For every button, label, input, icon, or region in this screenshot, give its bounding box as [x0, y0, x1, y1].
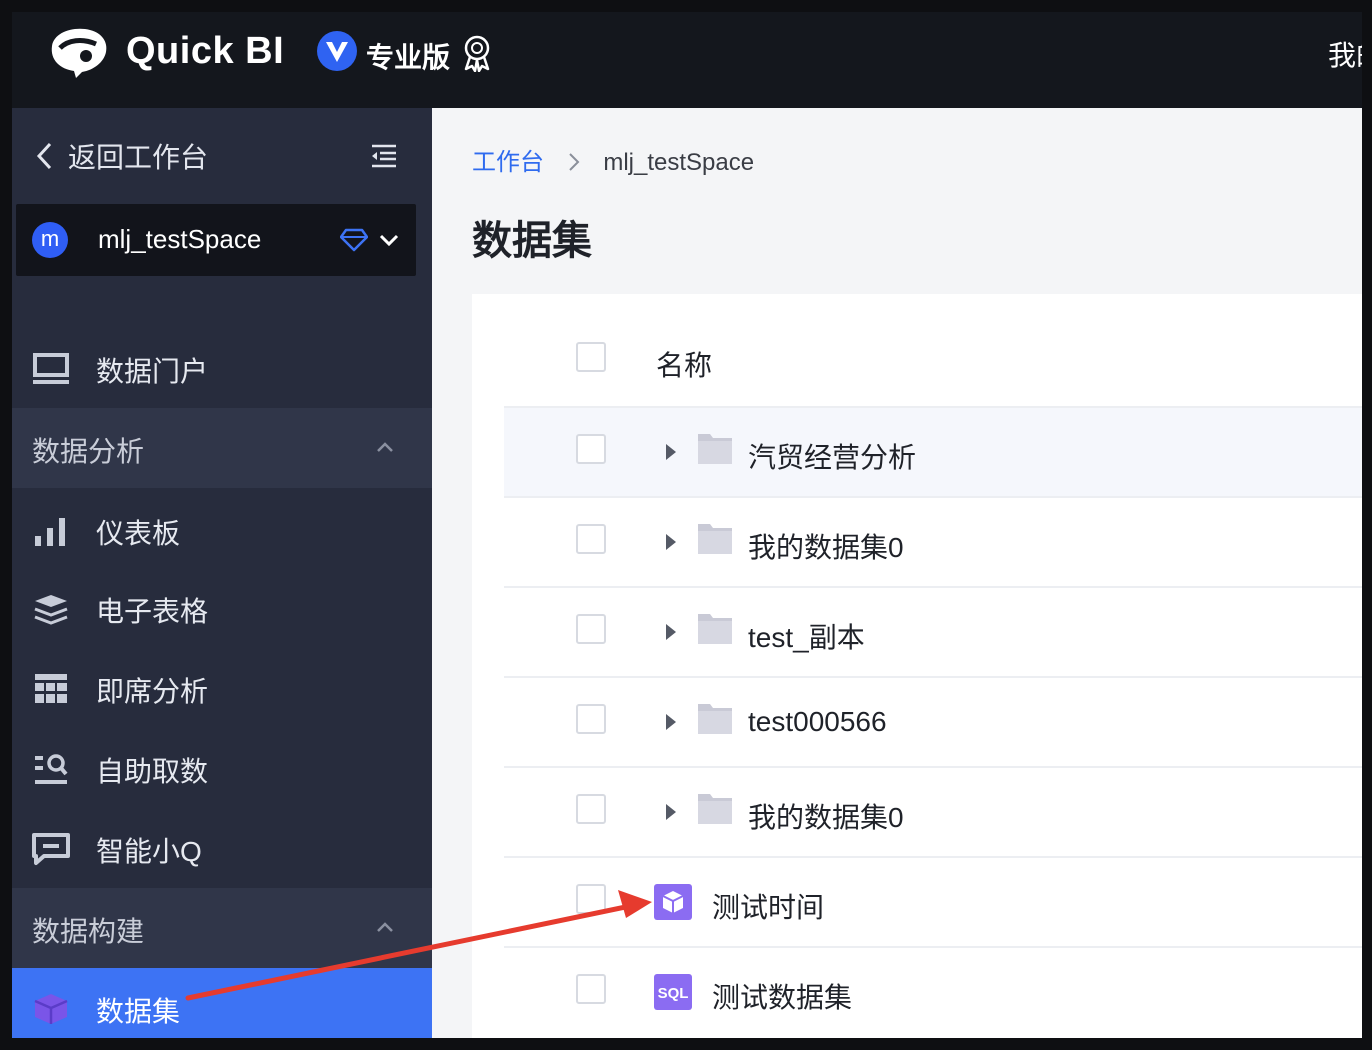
row-label: 测试时间 [712, 892, 825, 923]
column-header-name: 名称 [656, 350, 713, 381]
folder-icon [698, 524, 732, 554]
sidebar-item-portal[interactable]: 数据门户 [12, 328, 432, 408]
row-label: test_副本 [748, 622, 865, 653]
chevron-up-icon [377, 442, 393, 452]
sidebar: 返回工作台 m mlj_testSpace 数据门户 数据分析 仪表板 电子表格… [12, 108, 432, 1038]
row-label: test000566 [748, 706, 887, 737]
dataset-table: 名称 汽贸经营分析 我的数据集0 test_副本 test000566 我的数据… [472, 294, 1362, 1038]
sidebar-item-smart-q[interactable]: 智能小Q [12, 808, 432, 888]
sidebar-item-self-service[interactable]: 自助取数 [12, 728, 432, 808]
sidebar-item-label: 数据集 [96, 996, 181, 1027]
award-icon[interactable] [460, 34, 494, 72]
space-selector[interactable]: m mlj_testSpace [16, 204, 416, 276]
row-label: 我的数据集0 [748, 802, 904, 833]
row-checkbox[interactable] [576, 614, 606, 644]
folder-icon [698, 704, 732, 734]
main-content: 工作台 mlj_testSpace 数据集 名称 汽贸经营分析 我的数据集0 t… [432, 108, 1362, 1038]
sidebar-item-dashboard[interactable]: 仪表板 [12, 490, 432, 570]
sidebar-item-adhoc-analysis[interactable]: 即席分析 [12, 648, 432, 728]
sidebar-item-label: 电子表格 [96, 596, 209, 627]
cube-icon [654, 884, 692, 920]
group-label: 数据构建 [32, 916, 145, 947]
caret-right-icon[interactable] [664, 622, 678, 642]
sidebar-item-label: 数据门户 [96, 356, 209, 387]
quickbi-logo-icon[interactable] [46, 24, 112, 80]
sql-icon-text: SQL [658, 985, 689, 1002]
group-data-analysis[interactable]: 数据分析 [12, 408, 432, 488]
chevron-left-icon [36, 142, 52, 170]
caret-right-icon[interactable] [664, 532, 678, 552]
chevron-up-icon [377, 922, 393, 932]
chat-bubble-icon [32, 833, 70, 865]
sidebar-item-spreadsheet[interactable]: 电子表格 [12, 568, 432, 648]
brand-name: Quick BI [126, 30, 285, 72]
row-checkbox[interactable] [576, 974, 606, 1004]
my-menu-label[interactable]: 我的 [1328, 34, 1362, 74]
cube-icon [34, 994, 68, 1024]
select-all-checkbox[interactable] [576, 342, 606, 372]
breadcrumb-workbench-link[interactable]: 工作台 [472, 149, 544, 176]
breadcrumb: 工作台 mlj_testSpace [472, 142, 754, 177]
row-checkbox[interactable] [576, 794, 606, 824]
chevron-right-icon [568, 153, 580, 171]
folder-icon [698, 794, 732, 824]
space-name: mlj_testSpace [98, 224, 262, 254]
top-bar: Quick BI 专业版 我的 [12, 12, 1362, 108]
back-label: 返回工作台 [68, 142, 209, 173]
caret-right-icon[interactable] [664, 712, 678, 732]
table-row[interactable]: 测试时间 [504, 858, 1362, 948]
sidebar-item-dataset[interactable]: 数据集 [12, 968, 432, 1038]
v-badge-icon [317, 31, 357, 71]
group-data-build[interactable]: 数据构建 [12, 888, 432, 968]
edition-label: 专业版 [366, 42, 451, 73]
layers-icon [34, 595, 68, 625]
sidebar-item-label: 自助取数 [96, 756, 209, 787]
table-row[interactable]: test_副本 [504, 588, 1362, 678]
table-header: 名称 [504, 294, 1362, 408]
page-title: 数据集 [472, 219, 592, 263]
diamond-icon [340, 228, 368, 252]
collapse-menu-icon[interactable] [370, 142, 398, 170]
table-row[interactable]: 我的数据集0 [504, 768, 1362, 858]
row-checkbox[interactable] [576, 434, 606, 464]
folder-icon [698, 614, 732, 644]
sql-icon: SQL [654, 974, 692, 1010]
grid-table-icon [35, 674, 67, 703]
table-row[interactable]: 汽贸经营分析 [504, 408, 1362, 498]
monitor-icon [33, 353, 69, 384]
back-to-workbench[interactable]: 返回工作台 [12, 108, 432, 204]
table-row[interactable]: SQL 测试数据集 [504, 948, 1362, 1036]
table-row[interactable]: test000566 [504, 678, 1362, 768]
group-label: 数据分析 [32, 436, 145, 467]
folder-icon [698, 434, 732, 464]
caret-right-icon[interactable] [664, 442, 678, 462]
sidebar-item-label: 仪表板 [96, 518, 181, 549]
caret-right-icon[interactable] [664, 802, 678, 822]
row-label: 我的数据集0 [748, 532, 904, 563]
sidebar-item-label: 智能小Q [96, 836, 202, 867]
space-avatar: m [32, 222, 68, 258]
sidebar-item-label: 即席分析 [96, 676, 209, 707]
bar-chart-icon [35, 518, 65, 546]
row-checkbox[interactable] [576, 524, 606, 554]
app-window: Quick BI 专业版 我的 返回工作台 m mlj_tes [12, 12, 1362, 1038]
table-row[interactable]: 我的数据集0 [504, 498, 1362, 588]
breadcrumb-current: mlj_testSpace [603, 149, 755, 176]
row-label: 测试数据集 [712, 982, 853, 1013]
search-data-icon [35, 754, 68, 784]
row-checkbox[interactable] [576, 704, 606, 734]
row-label: 汽贸经营分析 [748, 442, 917, 473]
chevron-down-icon [379, 234, 399, 247]
row-checkbox[interactable] [576, 884, 606, 914]
